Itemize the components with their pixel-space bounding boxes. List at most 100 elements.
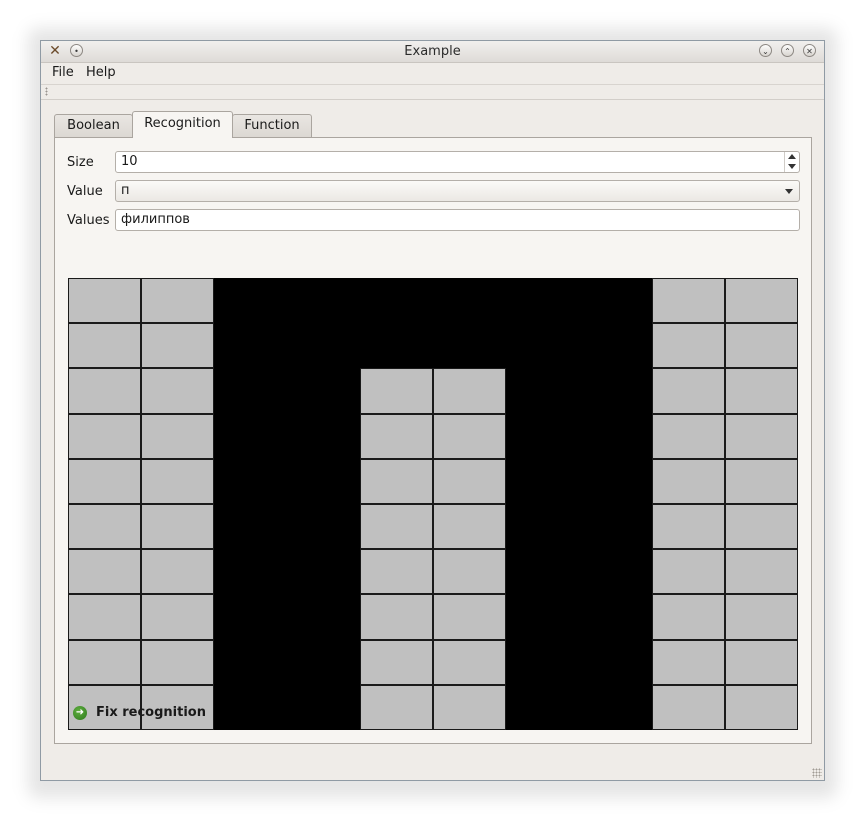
grid-cell[interactable] [214,323,288,369]
grid-cell[interactable] [214,458,288,505]
grid-cell[interactable] [506,639,580,686]
grid-cell[interactable] [725,594,798,640]
grid-cell[interactable] [652,504,725,550]
grid-cell[interactable] [360,549,433,595]
title-bar[interactable]: ✕ • Example ⌄ ⌃ ✕ [41,41,824,63]
tab-function[interactable]: Function [232,114,312,137]
grid-cell[interactable] [652,368,725,414]
grid-cell[interactable] [725,368,798,414]
grid-cell[interactable] [141,594,214,640]
tab-boolean[interactable]: Boolean [54,114,133,137]
grid-cell[interactable] [360,684,433,730]
grid-cell[interactable] [68,323,141,369]
grid-cell[interactable] [214,639,288,686]
spin-down-icon[interactable] [788,164,796,169]
grid-cell[interactable] [506,504,580,550]
grid-cell[interactable] [68,549,141,595]
grid-cell[interactable] [214,684,288,731]
grid-cell[interactable] [652,278,725,324]
grid-cell[interactable] [287,639,361,686]
grid-cell[interactable] [287,413,361,460]
grid-cell[interactable] [141,368,214,414]
toolbar-grip-icon[interactable] [45,87,48,96]
grid-cell[interactable] [214,413,288,460]
grid-cell[interactable] [506,684,580,731]
grid-cell[interactable] [433,684,506,730]
resize-grip-icon[interactable] [812,768,822,778]
grid-cell[interactable] [433,594,506,640]
grid-cell[interactable] [68,594,141,640]
grid-cell[interactable] [579,504,653,550]
grid-cell[interactable] [287,504,361,550]
grid-cell[interactable] [579,639,653,686]
grid-cell[interactable] [433,458,506,504]
size-spinbox[interactable]: 10 [115,151,800,173]
grid-cell[interactable] [360,639,433,685]
chevron-down-icon[interactable] [785,189,793,194]
grid-cell[interactable] [214,549,288,595]
grid-cell[interactable] [725,639,798,685]
grid-cell[interactable] [506,323,580,369]
grid-cell[interactable] [725,458,798,504]
grid-cell[interactable] [652,323,725,369]
minimize-icon[interactable]: ⌄ [759,44,772,57]
grid-cell[interactable] [506,458,580,505]
grid-cell[interactable] [433,413,506,459]
grid-cell[interactable] [287,323,361,369]
grid-cell[interactable] [287,549,361,595]
grid-cell[interactable] [360,323,434,369]
grid-cell[interactable] [725,504,798,550]
grid-cell[interactable] [506,278,580,324]
grid-cell[interactable] [433,368,506,414]
grid-cell[interactable] [652,413,725,459]
grid-cell[interactable] [360,278,434,324]
grid-cell[interactable] [579,278,653,324]
grid-cell[interactable] [433,278,507,324]
grid-cell[interactable] [579,684,653,731]
grid-cell[interactable] [214,594,288,641]
grid-cell[interactable] [506,549,580,595]
grid-cell[interactable] [214,278,288,324]
grid-cell[interactable] [141,413,214,459]
grid-cell[interactable] [141,549,214,595]
grid-cell[interactable] [579,549,653,595]
tab-recognition[interactable]: Recognition [132,111,233,138]
grid-cell[interactable] [579,413,653,460]
grid-cell[interactable] [360,594,433,640]
grid-cell[interactable] [725,278,798,324]
grid-cell[interactable] [360,368,433,414]
grid-cell[interactable] [579,594,653,641]
grid-cell[interactable] [360,413,433,459]
spin-up-icon[interactable] [788,154,796,159]
grid-cell[interactable] [68,504,141,550]
grid-cell[interactable] [433,549,506,595]
grid-cell[interactable] [725,684,798,730]
grid-cell[interactable] [579,368,653,415]
grid-cell[interactable] [287,368,361,415]
grid-cell[interactable] [287,684,361,731]
grid-cell[interactable] [652,594,725,640]
grid-cell[interactable] [652,549,725,595]
grid-cell[interactable] [433,639,506,685]
grid-cell[interactable] [433,323,507,369]
grid-cell[interactable] [579,323,653,369]
grid-cell[interactable] [579,458,653,505]
maximize-icon[interactable]: ⌃ [781,44,794,57]
grid-cell[interactable] [214,504,288,550]
grid-cell[interactable] [68,413,141,459]
grid-cell[interactable] [506,368,580,415]
grid-cell[interactable] [725,413,798,459]
value-combobox[interactable]: п [115,180,800,202]
grid-cell[interactable] [141,458,214,504]
grid-cell[interactable] [506,594,580,641]
spin-arrows[interactable] [784,152,799,172]
grid-cell[interactable] [68,368,141,414]
grid-cell[interactable] [433,504,506,550]
grid-cell[interactable] [141,278,214,324]
values-input[interactable]: филиппов [115,209,800,231]
grid-cell[interactable] [141,504,214,550]
grid-cell[interactable] [287,594,361,641]
close-icon[interactable]: ✕ [803,44,816,57]
grid-cell[interactable] [68,278,141,324]
menu-help[interactable]: Help [86,65,116,80]
